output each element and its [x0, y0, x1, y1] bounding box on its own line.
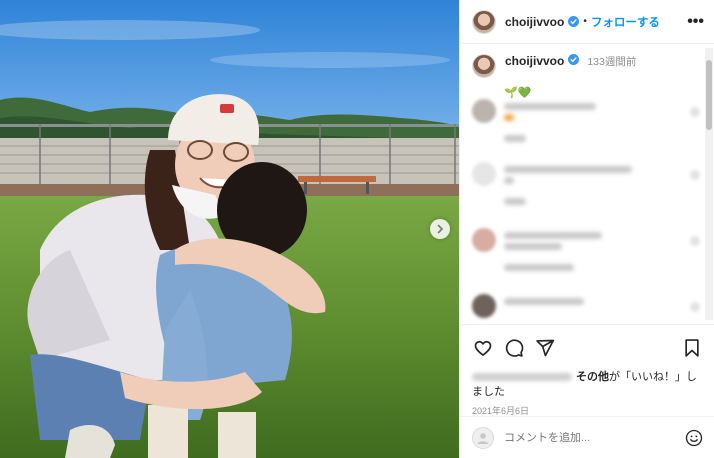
post-side-panel: choijivvoo • フォローする ••• choijivvoo 133週間… [459, 0, 714, 458]
caption-text: 🌱💚 [504, 87, 532, 99]
more-icon[interactable]: ••• [687, 13, 704, 31]
comment-heart-icon[interactable] [690, 302, 700, 312]
comment-input[interactable] [504, 431, 685, 444]
avatar [472, 426, 494, 449]
photo-scene [0, 0, 459, 458]
likes-summary: その他が「いいね！」しました [472, 370, 703, 400]
caption-row: choijivvoo 133週間前 [460, 44, 714, 78]
action-bar [472, 336, 703, 360]
comment-avatar [472, 162, 496, 186]
comments-scrollbar[interactable] [705, 48, 713, 320]
caption-username[interactable]: choijivvoo [505, 54, 564, 78]
avatar[interactable] [472, 9, 496, 34]
follow-button[interactable]: フォローする [591, 14, 660, 30]
chevron-right-icon [435, 224, 445, 234]
verified-badge-icon [568, 16, 580, 27]
username-link[interactable]: choijivvoo [505, 15, 564, 29]
comments-list[interactable]: choijivvoo 133週間前 🌱💚 [460, 44, 714, 324]
comment-heart-icon[interactable] [690, 170, 700, 180]
separator-dot: • [583, 16, 587, 27]
comment-item [472, 228, 700, 274]
comment-avatar [472, 99, 496, 123]
comment-item [472, 294, 700, 324]
scrollbar-thumb[interactable] [706, 60, 712, 130]
next-photo-button[interactable] [430, 219, 450, 239]
bookmark-icon[interactable] [681, 337, 703, 359]
liker-name-blurred[interactable] [472, 373, 572, 382]
avatar[interactable] [472, 54, 496, 78]
share-icon[interactable] [534, 337, 556, 359]
post-header: choijivvoo • フォローする ••• [460, 0, 714, 44]
heart-icon[interactable] [472, 337, 494, 359]
caption-timestamp[interactable]: 133週間前 [587, 54, 636, 78]
comment-heart-icon[interactable] [690, 236, 700, 246]
comment-item [472, 99, 700, 145]
emoji-icon[interactable] [685, 429, 703, 447]
post-photo[interactable] [0, 0, 459, 458]
comment-item [472, 162, 700, 208]
comment-heart-icon[interactable] [690, 107, 700, 117]
comment-avatar [472, 228, 496, 252]
likes-others-link[interactable]: その他 [576, 371, 609, 383]
comment-avatar [472, 294, 496, 318]
comment-icon[interactable] [503, 337, 525, 359]
post-actions: その他が「いいね！」しました 2021年6月6日 [460, 324, 714, 417]
add-comment-bar [460, 416, 714, 458]
verified-badge-icon [568, 54, 580, 65]
